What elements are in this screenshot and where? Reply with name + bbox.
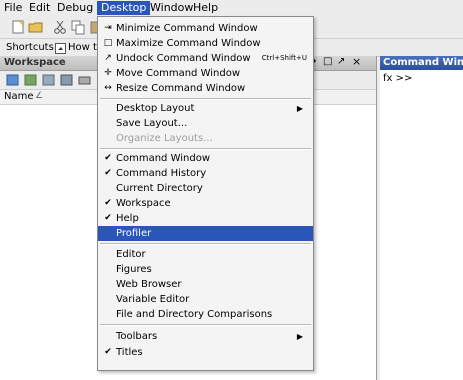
menu-item-minimize-command-window[interactable]: ⇥ Minimize Command Window [98,21,313,36]
new-file-icon[interactable] [10,19,26,35]
menu-item-move-command-window[interactable]: ✛ Move Command Window [98,66,313,81]
submenu-arrow-icon: ▶ [296,104,303,113]
checkmark-icon: ✔ [104,347,112,357]
menu-item-maximize-command-window[interactable]: □ Maximize Command Window [98,36,313,51]
minimize-icon: ⇥ [104,23,112,33]
undock-icon[interactable]: ↗ [337,56,345,67]
close-icon[interactable]: × [352,55,361,68]
menu-help[interactable]: Help [189,1,222,15]
menu-item-file-directory-comparisons[interactable]: File and Directory Comparisons [98,307,313,322]
menu-bar: File Edit Debug Desktop Window Help [0,0,463,16]
menu-separator [100,148,311,150]
submenu-arrow-icon: ▶ [296,332,303,341]
cut-icon[interactable] [52,19,68,35]
desktop-menu: ⇥ Minimize Command Window □ Maximize Com… [97,16,314,371]
import-data-icon[interactable] [42,73,56,90]
shortcut-add-icon[interactable] [55,43,66,54]
menu-item-command-history[interactable]: ✔ Command History [98,166,313,181]
checkmark-icon: ✔ [104,168,112,178]
command-window-panel: Command Window fx >> [380,56,463,380]
menu-item-profiler[interactable]: Profiler [98,226,313,241]
workspace-title: Workspace [4,57,66,68]
maximize-icon[interactable]: □ [323,56,332,67]
menu-item-web-browser[interactable]: Web Browser [98,277,313,292]
menu-item-help[interactable]: ✔ Help [98,211,313,226]
undock-shortcut: Ctrl+Shift+U [261,54,307,62]
menu-item-toolbars[interactable]: Toolbars ▶ [98,329,313,344]
menu-separator [100,243,311,245]
shortcuts-label: Shortcuts [6,42,54,53]
save-workspace-icon[interactable] [60,73,74,90]
menu-item-variable-editor[interactable]: Variable Editor [98,292,313,307]
menu-edit[interactable]: Edit [25,1,54,15]
menu-debug[interactable]: Debug [53,1,97,15]
move-icon: ✛ [104,68,112,78]
menu-item-current-directory[interactable]: Current Directory [98,181,313,196]
menu-item-workspace[interactable]: ✔ Workspace [98,196,313,211]
undock-icon: ↗ [104,53,112,63]
checkmark-icon: ✔ [104,213,112,223]
menu-item-titles[interactable]: ✔ Titles [98,345,313,360]
name-column-label[interactable]: Name [4,91,34,102]
maximize-icon: □ [103,38,113,48]
open-folder-icon[interactable] [28,19,44,35]
command-window-titlebar: Command Window [380,56,463,70]
new-variable-icon[interactable] [6,73,20,90]
resize-icon: ↔ [104,83,112,93]
menu-item-command-window[interactable]: ✔ Command Window [98,151,313,166]
checkmark-icon: ✔ [104,153,112,163]
open-variable-icon[interactable] [24,73,38,90]
menu-file[interactable]: File [0,1,26,15]
menu-separator [100,324,311,326]
print-icon[interactable] [78,73,92,90]
menu-item-organize-layouts: Organize Layouts... [116,133,213,144]
menu-item-save-layout[interactable]: Save Layout... [98,116,313,131]
menu-item-editor[interactable]: Editor [98,247,313,262]
command-window-title: Command Window [383,57,463,68]
copy-icon[interactable] [70,19,86,35]
menu-item-undock-command-window[interactable]: ↗ Undock Command Window Ctrl+Shift+U [98,51,313,66]
menu-item-desktop-layout[interactable]: Desktop Layout ▶ [98,101,313,116]
menu-desktop[interactable]: Desktop [97,1,151,15]
menu-item-figures[interactable]: Figures [98,262,313,277]
menu-separator [100,98,311,100]
checkmark-icon: ✔ [104,198,112,208]
command-prompt[interactable]: fx >> [383,73,412,84]
menu-item-resize-command-window[interactable]: ↔ Resize Command Window [98,81,313,96]
sort-indicator-icon: ∠ [35,91,44,101]
